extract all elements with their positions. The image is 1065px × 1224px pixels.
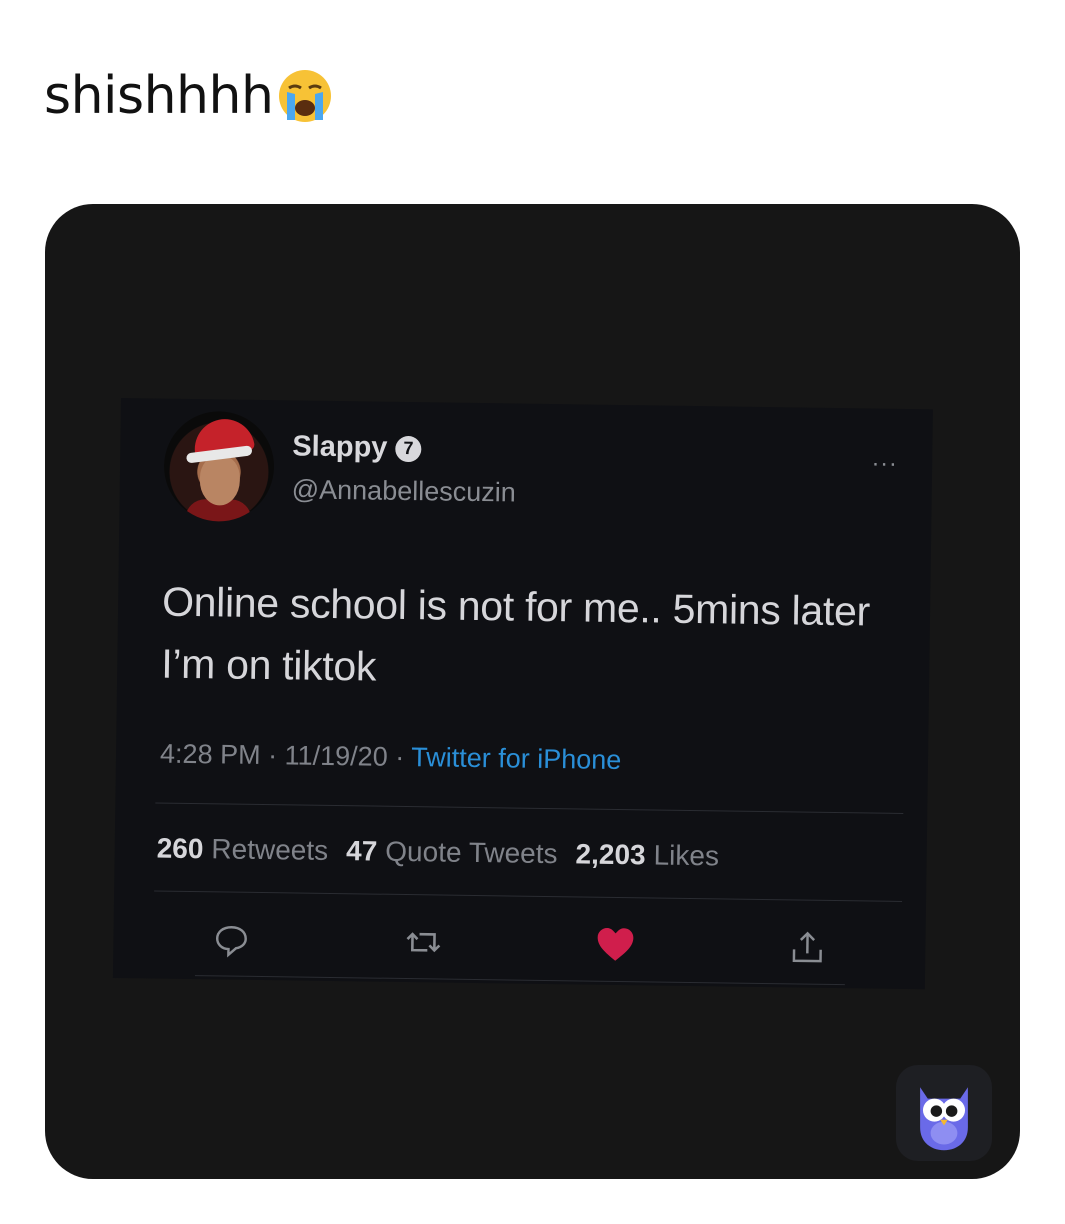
retweets-count: 260	[156, 832, 204, 865]
likes-count: 2,203	[575, 838, 646, 871]
display-name-text: Slappy	[292, 430, 388, 464]
retweet-icon[interactable]	[401, 920, 446, 965]
display-name: Slappy 7	[292, 430, 422, 465]
tweet-stats: 260 Retweets 47 Quote Tweets 2,203 Likes	[156, 832, 720, 873]
avatar-face	[199, 455, 241, 506]
quotes-label: Quote Tweets	[385, 835, 558, 870]
user-handle: @Annabellescuzin	[291, 474, 516, 508]
tweet-text: Online school is not for me.. 5mins late…	[160, 578, 871, 690]
quotes-count: 47	[345, 835, 378, 867]
likes-label: Likes	[653, 839, 720, 872]
tweet-screenshot: Slappy 7 @Annabellescuzin ... Online sch…	[112, 398, 933, 990]
retweets-stat[interactable]: 260 Retweets	[156, 832, 329, 867]
more-options-icon[interactable]: ...	[872, 444, 898, 472]
image-card: Slappy 7 @Annabellescuzin ... Online sch…	[45, 204, 1020, 1179]
divider	[194, 975, 845, 986]
meta-separator: ·	[395, 741, 405, 772]
caption-text: shishhhh	[44, 66, 274, 126]
verified-icon: 7	[395, 435, 422, 462]
likes-stat[interactable]: 2,203 Likes	[575, 838, 719, 872]
tweet-meta: 4:28 PM · 11/19/20 · Twitter for iPhone	[160, 739, 622, 776]
divider	[154, 890, 903, 902]
like-icon[interactable]	[593, 923, 638, 968]
share-icon[interactable]	[785, 925, 830, 970]
tweet-date: 11/19/20	[284, 740, 388, 772]
retweets-label: Retweets	[211, 833, 329, 866]
tweet-time: 4:28 PM	[159, 738, 261, 770]
reply-icon[interactable]	[209, 917, 254, 962]
avatar	[163, 410, 275, 523]
quotes-stat[interactable]: 47 Quote Tweets	[346, 835, 558, 870]
tweet-actions	[209, 917, 830, 970]
owl-icon	[896, 1065, 992, 1161]
tweet-source-link[interactable]: Twitter for iPhone	[411, 742, 621, 775]
post-caption: shishhhh	[44, 66, 335, 126]
crying-face-emoji-icon	[275, 66, 335, 126]
meta-separator: ·	[267, 740, 278, 771]
divider	[155, 802, 904, 814]
